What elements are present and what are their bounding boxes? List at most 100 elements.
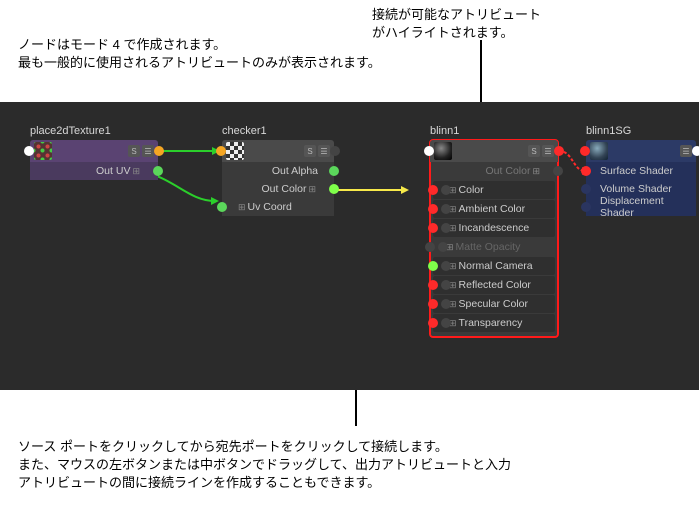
attr-incand[interactable]: ⊞ Incandescence (433, 219, 555, 237)
blinn-icon (434, 142, 452, 160)
node-title: place2dTexture1 (30, 125, 111, 137)
port[interactable] (441, 185, 451, 195)
port[interactable] (428, 204, 438, 214)
attr-label: Color (459, 184, 484, 196)
port-out-alpha[interactable] (329, 166, 339, 176)
node-blinn1sg[interactable]: blinn1SG ☰ Surface Shader Volume Shader … (586, 140, 696, 216)
port[interactable] (553, 166, 563, 176)
attr-label: Out Color (262, 183, 307, 195)
attr-normal[interactable]: ⊞ Normal Camera (433, 257, 555, 275)
node-title: blinn1 (430, 125, 459, 137)
node-header[interactable]: S ☰ (222, 140, 334, 162)
attr-out-color[interactable]: Out Color ⊞ (222, 180, 334, 198)
node-rows: Out Color ⊞ ⊞ Color ⊞ Ambient Color ⊞ I (430, 162, 558, 337)
sg-icon (590, 142, 608, 160)
port-out[interactable] (554, 146, 564, 156)
attr-label: Out UV (96, 165, 130, 177)
port-in[interactable] (24, 146, 34, 156)
expand-icon[interactable]: ⊞ (238, 202, 246, 213)
attr-label: Volume Shader (600, 183, 672, 195)
port-out-uv[interactable] (153, 166, 163, 176)
node-header[interactable]: S ☰ (430, 140, 558, 162)
attr-displacement-shader[interactable]: Displacement Shader (586, 198, 696, 216)
attr-label: Incandescence (459, 222, 530, 234)
node-chips: S ☰ (304, 145, 330, 157)
attr-color[interactable]: ⊞ Color (433, 181, 555, 199)
node-rows: Out Alpha Out Color ⊞ ⊞ Uv Coord (222, 162, 334, 216)
port[interactable] (441, 280, 451, 290)
expand-icon[interactable]: ⊞ (132, 166, 140, 177)
port[interactable] (438, 242, 448, 252)
node-place2dtexture1[interactable]: place2dTexture1 S ☰ Out UV ⊞ (30, 140, 158, 180)
port-out[interactable] (330, 146, 340, 156)
annotation-line: ソース ポートをクリックしてから宛先ポートをクリックして接続します。 (18, 438, 678, 456)
chip-menu[interactable]: ☰ (142, 145, 154, 157)
port[interactable] (441, 299, 451, 309)
attr-label: Matte Opacity (456, 241, 521, 253)
node-checker1[interactable]: checker1 S ☰ Out Alpha Out Color ⊞ ⊞ (222, 140, 334, 216)
port[interactable] (428, 299, 438, 309)
port[interactable] (428, 185, 438, 195)
port[interactable] (441, 223, 451, 233)
expand-icon[interactable]: ⊞ (532, 166, 540, 177)
port[interactable] (581, 184, 591, 194)
annotation-line: ノードはモード 4 で作成されます。 (18, 36, 381, 54)
port[interactable] (441, 261, 451, 271)
node-title: blinn1SG (586, 125, 631, 137)
attr-label: Transparency (459, 317, 523, 329)
port-out[interactable] (692, 146, 699, 156)
chip-s[interactable]: S (528, 145, 540, 157)
attr-label: Normal Camera (459, 260, 533, 272)
node-chips: ☰ (680, 145, 692, 157)
annotation-line: 接続が可能なアトリビュート (372, 6, 541, 24)
chip-menu[interactable]: ☰ (542, 145, 554, 157)
attr-label: Out Alpha (272, 165, 318, 177)
port[interactable] (428, 223, 438, 233)
port[interactable] (441, 204, 451, 214)
port[interactable] (428, 280, 438, 290)
attr-label: Ambient Color (459, 203, 526, 215)
port-in[interactable] (216, 146, 226, 156)
node-title: checker1 (222, 125, 267, 137)
attr-out-color[interactable]: Out Color ⊞ (430, 162, 558, 180)
expand-icon[interactable]: ⊞ (308, 184, 316, 195)
annotation-line: がハイライトされます。 (372, 24, 541, 42)
node-blinn1[interactable]: blinn1 S ☰ Out Color ⊞ ⊞ Color (430, 140, 558, 337)
attr-label: Reflected Color (459, 279, 531, 291)
port-out[interactable] (154, 146, 164, 156)
attr-specular[interactable]: ⊞ Specular Color (433, 295, 555, 313)
node-editor-canvas[interactable]: place2dTexture1 S ☰ Out UV ⊞ checker1 S (0, 102, 699, 390)
port-out-color[interactable] (329, 184, 339, 194)
node-header[interactable]: ☰ (586, 140, 696, 162)
attr-surface-shader[interactable]: Surface Shader (586, 162, 696, 180)
attr-matte[interactable]: ⊞ Matte Opacity (430, 238, 558, 256)
port-uv-coord[interactable] (217, 202, 227, 212)
chip-s[interactable]: S (304, 145, 316, 157)
chip-menu[interactable]: ☰ (318, 145, 330, 157)
annotation-line: 最も一般的に使用されるアトリビュートのみが表示されます。 (18, 54, 381, 72)
attr-label: Out Color (486, 165, 531, 177)
port[interactable] (428, 261, 438, 271)
chip-menu[interactable]: ☰ (680, 145, 692, 157)
attr-uv-coord[interactable]: ⊞ Uv Coord (222, 198, 334, 216)
port[interactable] (425, 242, 435, 252)
swatch-icon (34, 142, 52, 160)
port[interactable] (428, 318, 438, 328)
attr-ambient[interactable]: ⊞ Ambient Color (433, 200, 555, 218)
attr-out-uv[interactable]: Out UV ⊞ (30, 162, 158, 180)
node-header[interactable]: S ☰ (30, 140, 158, 162)
port[interactable] (441, 318, 451, 328)
attr-transparency[interactable]: ⊞ Transparency (433, 314, 555, 332)
attr-label: Displacement Shader (600, 195, 684, 219)
attr-reflected[interactable]: ⊞ Reflected Color (433, 276, 555, 294)
attr-label: Uv Coord (248, 201, 292, 213)
port[interactable] (581, 166, 591, 176)
annotation-line: また、マウスの左ボタンまたは中ボタンでドラッグして、出力アトリビュートと入力 (18, 456, 678, 474)
attr-label: Specular Color (459, 298, 528, 310)
attr-out-alpha[interactable]: Out Alpha (222, 162, 334, 180)
port-in[interactable] (424, 146, 434, 156)
port[interactable] (581, 202, 591, 212)
annotation-line: アトリビュートの間に接続ラインを作成することもできます。 (18, 474, 678, 492)
chip-s[interactable]: S (128, 145, 140, 157)
port-in[interactable] (580, 146, 590, 156)
